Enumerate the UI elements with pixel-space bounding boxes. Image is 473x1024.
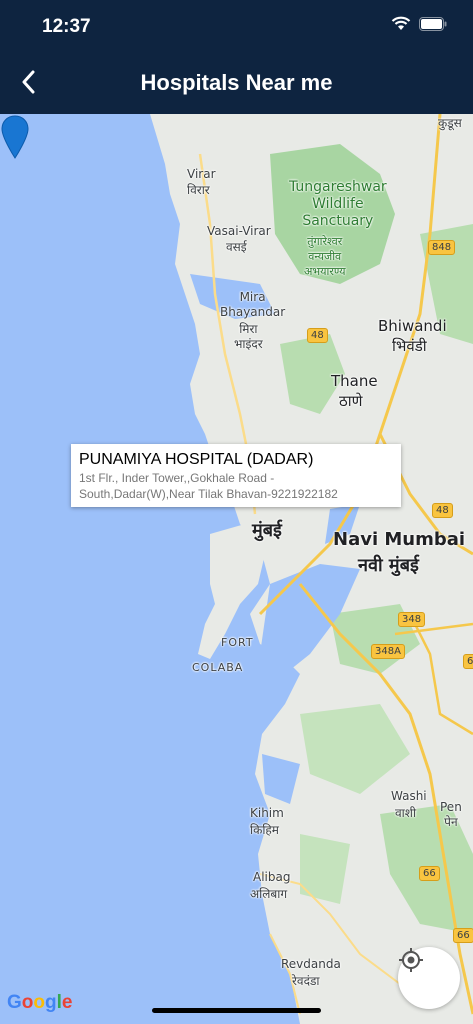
place-label: Bhiwandi: [378, 317, 447, 335]
page-title: Hospitals Near me: [140, 70, 333, 95]
place-label: Virar: [187, 167, 216, 181]
place-label: Tungareshwar Wildlife Sanctuary: [289, 179, 387, 229]
place-label: किहिम: [250, 823, 279, 837]
place-label: वसई: [226, 240, 247, 254]
place-label: Vasai-Virar: [207, 224, 271, 238]
map-view[interactable]: कुडूस Virar विरार Vasai-Virar वसई Tungar…: [0, 114, 473, 1024]
place-label: Washi: [391, 789, 427, 803]
place-label: Kihim: [250, 806, 284, 820]
status-icons: [391, 16, 447, 31]
place-label: रेवदंडा: [292, 974, 320, 988]
place-label: अलिबाग: [250, 887, 288, 901]
place-label: मिरा भाइंदर: [234, 322, 263, 351]
place-label: Navi Mumbai: [333, 529, 466, 550]
route-shield: 66: [463, 654, 473, 669]
home-indicator[interactable]: [152, 1008, 321, 1013]
place-label: Pen पेन: [440, 800, 462, 829]
battery-icon: [419, 16, 447, 31]
crosshair-icon: [399, 948, 423, 972]
place-label: ठाणे: [339, 392, 363, 410]
google-logo: Google: [7, 992, 73, 1013]
place-label: Alibag: [253, 870, 291, 884]
place-label: नवी मुंबई: [358, 555, 419, 576]
marker-title: PUNAMIYA HOSPITAL (DADAR): [79, 451, 314, 468]
app-header: 12:37 Hospitals Near me: [0, 0, 473, 114]
wifi-icon: [391, 16, 411, 30]
place-label: FORT: [221, 636, 254, 649]
marker-snippet: 1st Flr., Inder Tower,,Gokhale Road - So…: [79, 471, 338, 501]
route-shield: 348: [398, 612, 426, 627]
marker-info-window[interactable]: PUNAMIYA HOSPITAL (DADAR) 1st Flr., Inde…: [71, 444, 401, 507]
place-label: वाशी: [395, 806, 417, 820]
route-shield: 48: [432, 503, 453, 518]
route-shield: 48: [307, 328, 328, 343]
place-label: COLABA: [192, 661, 244, 674]
place-label: भिवंडी: [392, 337, 427, 355]
status-time: 12:37: [42, 16, 91, 37]
route-shield: 348A: [371, 644, 405, 659]
place-label: विरार: [187, 183, 210, 197]
route-shield: 848: [428, 240, 456, 255]
hospital-marker-icon[interactable]: [0, 114, 30, 160]
place-label: मुंबई: [252, 520, 282, 541]
place-label: कुडूस: [438, 116, 462, 130]
place-label: Revdanda: [281, 957, 341, 971]
my-location-button[interactable]: [398, 947, 460, 1009]
route-shield: 66: [453, 928, 473, 943]
place-label: Mira Bhayandar: [220, 290, 286, 319]
place-label: तुंगारेश्वर वन्यजीव अभयारण्य: [304, 235, 346, 278]
route-shield: 66: [419, 866, 440, 881]
place-label: Thane: [331, 372, 378, 390]
